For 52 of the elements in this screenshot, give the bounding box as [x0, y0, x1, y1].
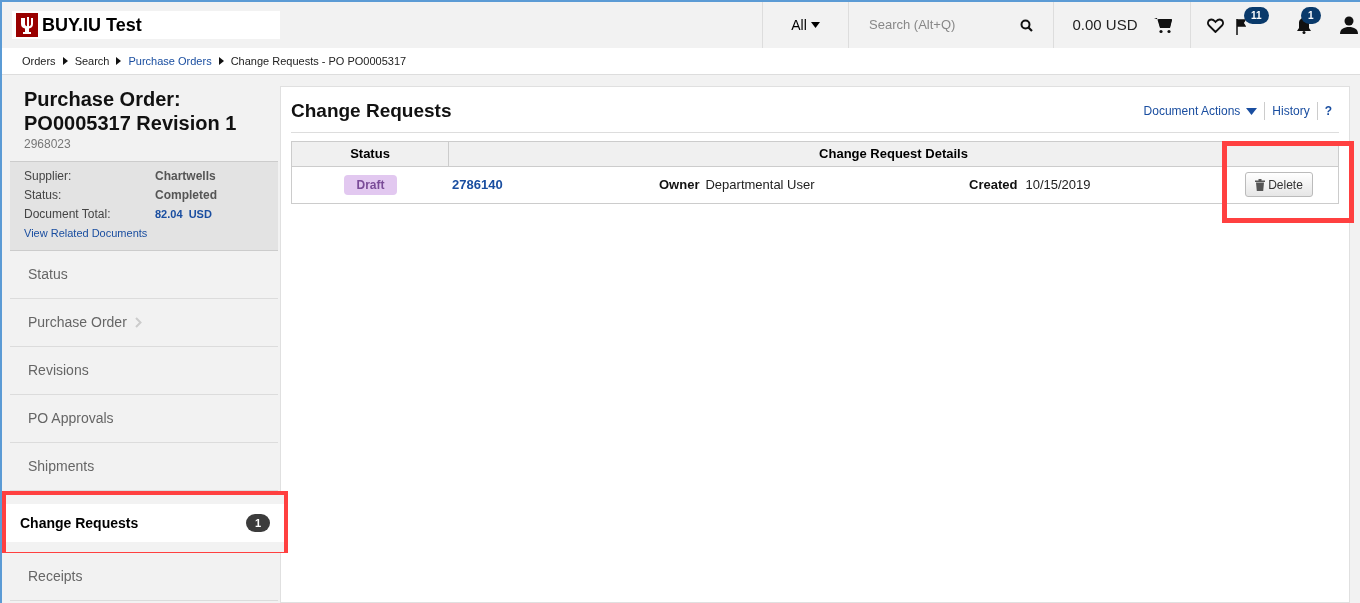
history-link[interactable]: History	[1264, 102, 1317, 121]
total-link[interactable]: 82.04 USD	[155, 206, 212, 222]
sidebar-item[interactable]: Change Requests 1	[6, 504, 284, 542]
app-logo-bar[interactable]: BUY.IU Test	[12, 11, 280, 39]
field-value: Completed	[155, 187, 217, 203]
trash-icon	[1255, 178, 1266, 191]
breadcrumb-item: Orders	[22, 53, 56, 69]
caret-icon	[1246, 107, 1258, 115]
search-icon[interactable]	[1020, 18, 1033, 32]
notification-badge: 1	[1301, 7, 1321, 24]
document-id: 2968023	[24, 136, 72, 153]
sidebar-item[interactable]: Receipts	[10, 565, 278, 587]
field-value: Departmental User	[705, 175, 815, 194]
count-badge: 1	[245, 513, 270, 533]
sidebar-item[interactable]: Shipments	[10, 455, 278, 477]
field-label: Document Total:	[24, 206, 112, 222]
delete-button[interactable]: Delete	[1245, 172, 1313, 197]
sidebar-item[interactable]: Purchase Order	[10, 311, 278, 333]
field-value: Chartwells	[155, 168, 216, 184]
sidebar-item[interactable]: Status	[10, 263, 278, 285]
notification-badge: 11	[1244, 7, 1269, 24]
breadcrumb-item: Search	[74, 53, 110, 69]
column-header: Change Request Details	[818, 144, 969, 163]
field-label: Created	[969, 175, 1018, 194]
chevron-right-icon	[116, 57, 122, 65]
heart-icon[interactable]	[1207, 17, 1224, 33]
chevron-right-icon	[62, 57, 68, 65]
app-title: BUY.IU Test	[42, 13, 142, 37]
cart-icon	[1153, 16, 1172, 34]
search-field[interactable]: Search (Alt+Q)	[869, 15, 1009, 35]
request-number-link[interactable]: 2786140	[449, 174, 659, 195]
field-value: 10/15/2019	[1025, 175, 1091, 194]
caret-icon	[810, 22, 820, 28]
breadcrumb-item: Change Requests - PO PO0005317	[230, 53, 407, 69]
document-actions-menu[interactable]: Document Actions	[1136, 102, 1265, 121]
field-label: Supplier:	[24, 168, 73, 184]
field-label: Status:	[24, 187, 63, 203]
user-icon[interactable]	[1340, 16, 1358, 34]
document-title: Purchase Order: PO0005317 Revision 1	[24, 87, 238, 135]
help-link[interactable]: ?	[1316, 102, 1339, 121]
field-label: Owner	[659, 175, 700, 194]
page-title: Change Requests	[291, 99, 452, 123]
chevron-right-icon	[218, 57, 224, 65]
breadcrumb-item[interactable]: Purchase Orders	[128, 52, 212, 70]
flag-icon[interactable]	[1236, 19, 1246, 35]
sidebar-item[interactable]: PO Approvals	[10, 407, 278, 429]
sidebar-item[interactable]: Revisions	[10, 359, 278, 381]
related-documents-link[interactable]: View Related Documents	[24, 225, 264, 242]
status-badge: Draft	[344, 174, 397, 195]
column-header: Status	[292, 141, 449, 166]
trident-logo-icon	[16, 13, 38, 37]
chevron-right-icon	[134, 316, 142, 328]
